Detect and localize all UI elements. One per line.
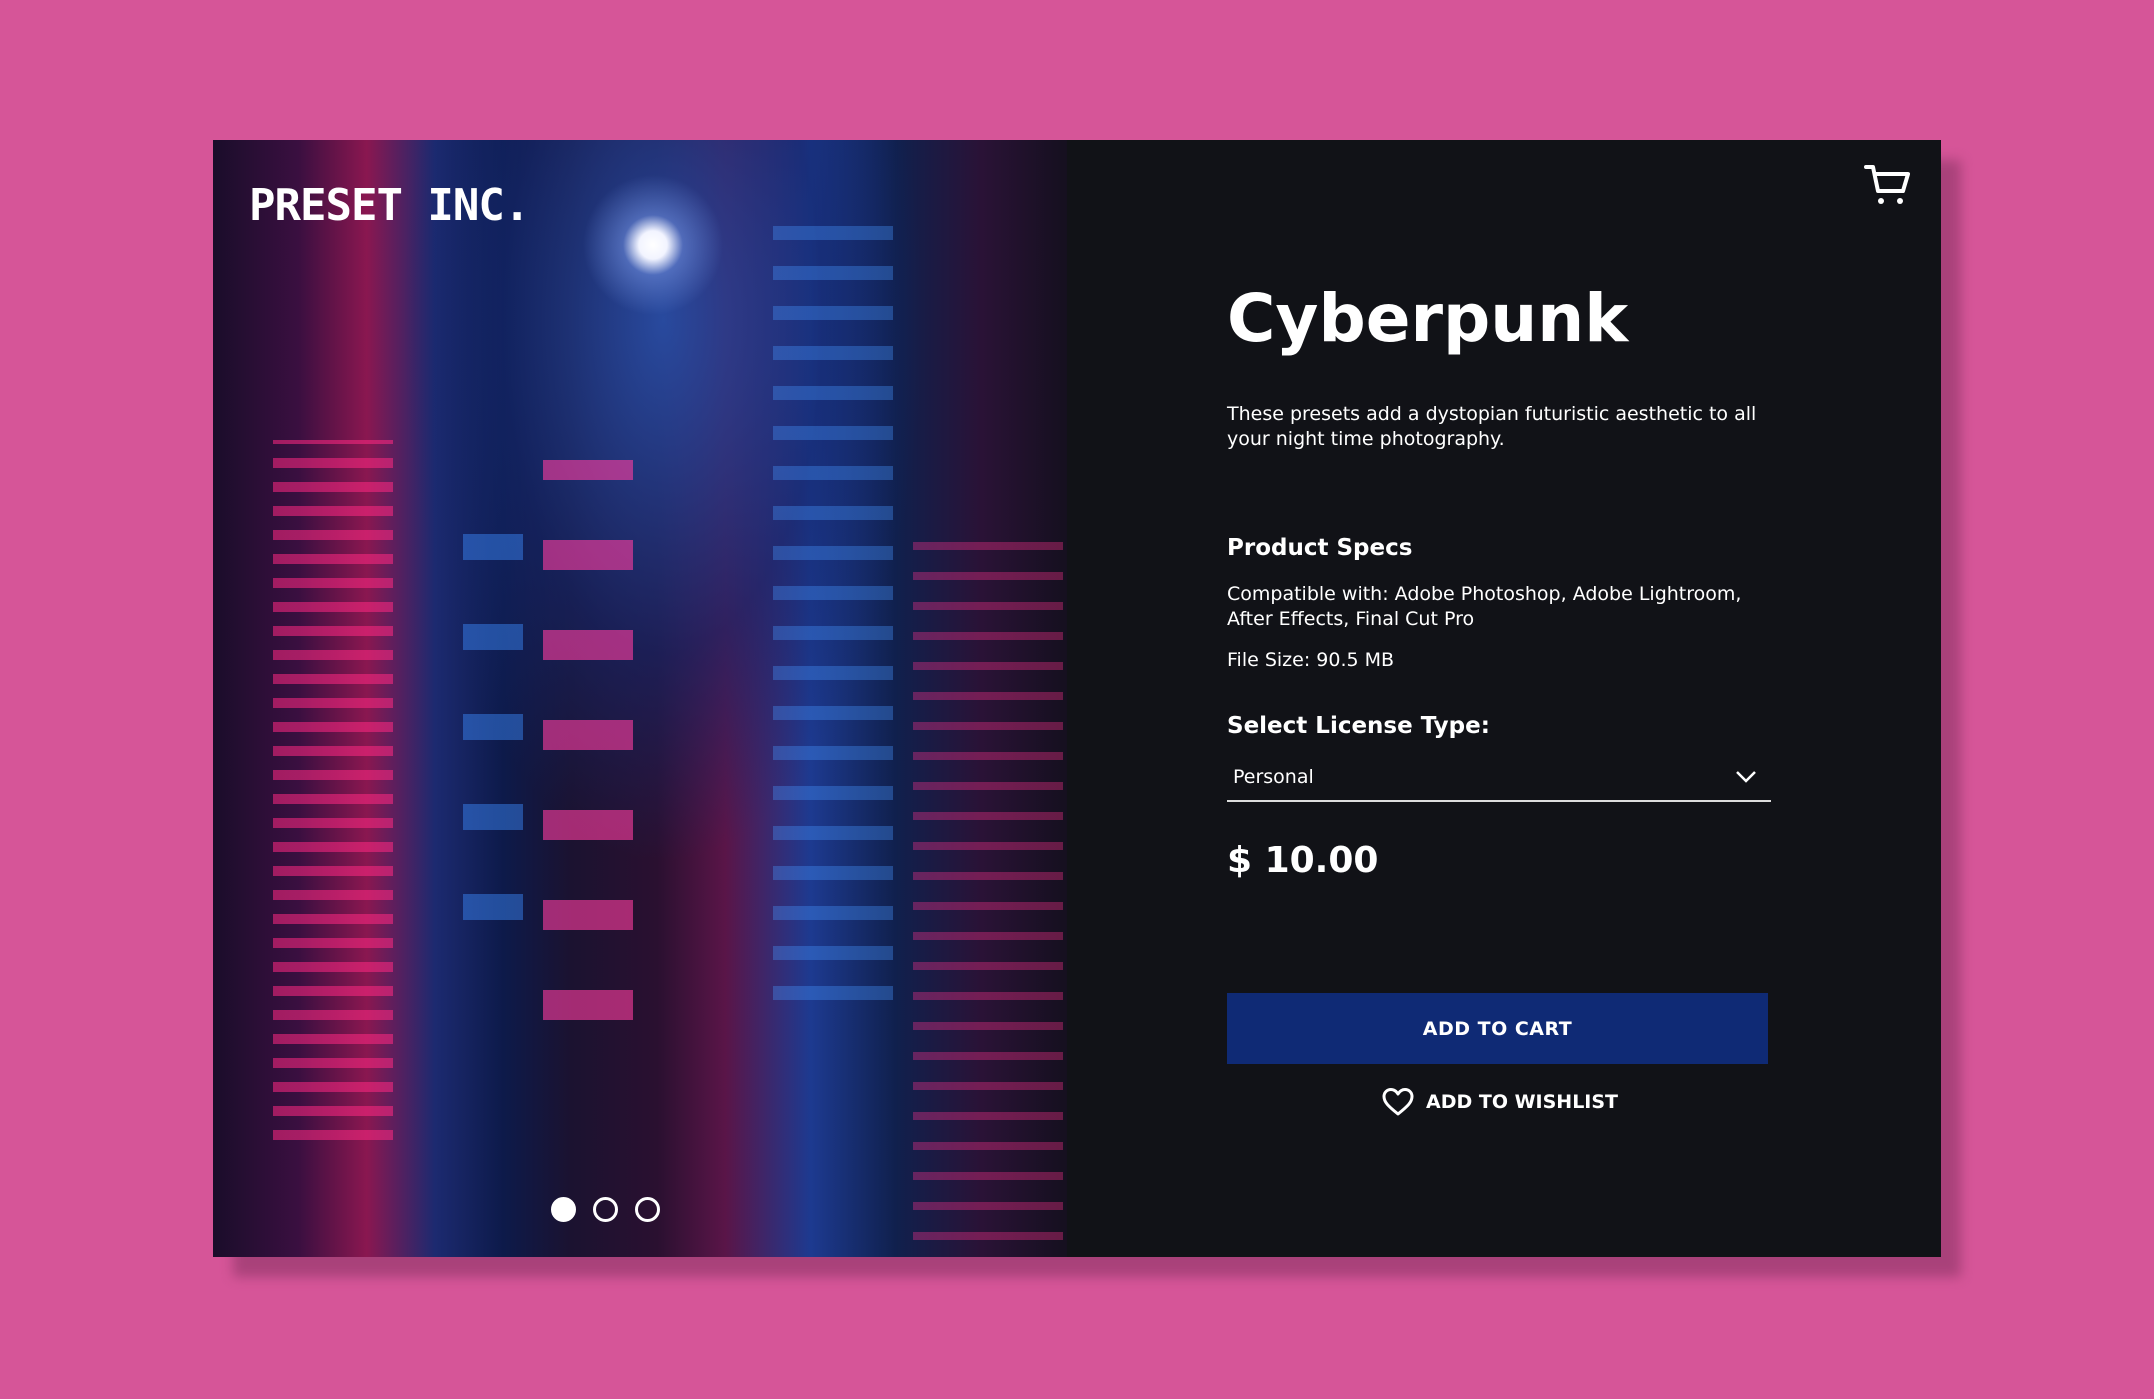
product-description: These presets add a dystopian futuristic… bbox=[1227, 403, 1757, 450]
specs-heading: Product Specs bbox=[1227, 535, 1413, 561]
carousel-dots bbox=[551, 1197, 660, 1222]
carousel-dot-1[interactable] bbox=[551, 1197, 576, 1222]
add-to-wishlist-button[interactable]: ADD TO WISHLIST bbox=[1382, 1087, 1618, 1117]
product-image: PRESET INC. bbox=[213, 140, 1067, 1257]
cart-icon[interactable] bbox=[1863, 162, 1911, 208]
price: $ 10.00 bbox=[1227, 840, 1379, 881]
license-label: Select License Type: bbox=[1227, 713, 1490, 739]
carousel-dot-3[interactable] bbox=[635, 1197, 660, 1222]
compatible-text: Compatible with: Adobe Photoshop, Adobe … bbox=[1227, 583, 1742, 630]
heart-icon bbox=[1382, 1088, 1414, 1116]
wishlist-label: ADD TO WISHLIST bbox=[1426, 1091, 1619, 1113]
brand-logo[interactable]: PRESET INC. bbox=[249, 180, 530, 231]
carousel-dot-2[interactable] bbox=[593, 1197, 618, 1222]
product-title: Cyberpunk bbox=[1227, 280, 1629, 357]
license-value: Personal bbox=[1233, 766, 1314, 788]
chevron-down-icon bbox=[1736, 771, 1756, 783]
license-select[interactable]: Personal bbox=[1227, 760, 1771, 802]
add-to-cart-button[interactable]: ADD TO CART bbox=[1227, 993, 1768, 1064]
file-size: File Size: 90.5 MB bbox=[1227, 649, 1395, 671]
product-card: PRESET INC. Cyberpunk These presets add … bbox=[213, 140, 1941, 1257]
